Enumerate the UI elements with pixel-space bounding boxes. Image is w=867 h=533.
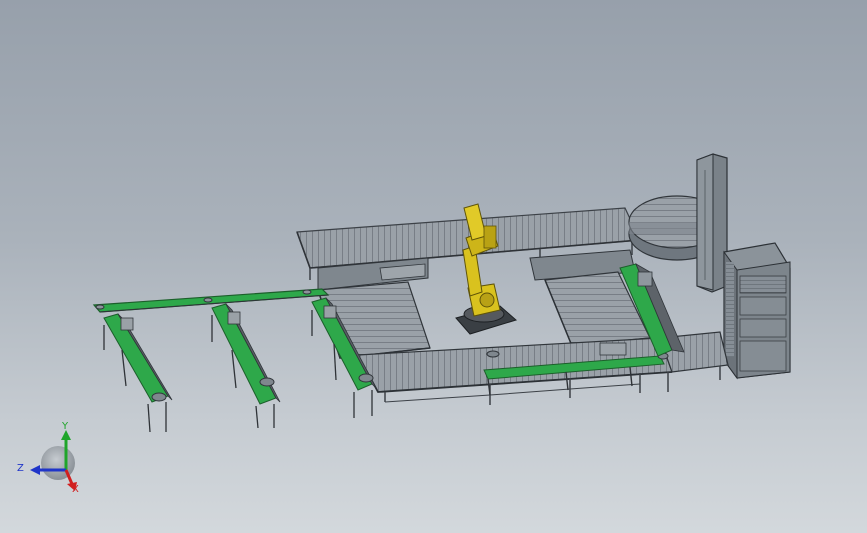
wrapping-mast (696, 153, 728, 293)
top-green-rail (92, 288, 330, 313)
cad-viewport[interactable]: Y Z X (0, 0, 867, 533)
triad-y-label: Y (61, 421, 69, 432)
triad-x-label: X (72, 484, 79, 495)
triad-z-label: Z (17, 463, 24, 474)
cad-scene: Y Z X (17, 153, 791, 495)
branch-conveyor-2 (211, 303, 281, 429)
right-staging-conveyor (529, 249, 651, 347)
storage-cabinet (723, 242, 791, 380)
coordinate-triad: Y Z X (17, 421, 79, 495)
branch-conveyor-1 (103, 313, 173, 433)
